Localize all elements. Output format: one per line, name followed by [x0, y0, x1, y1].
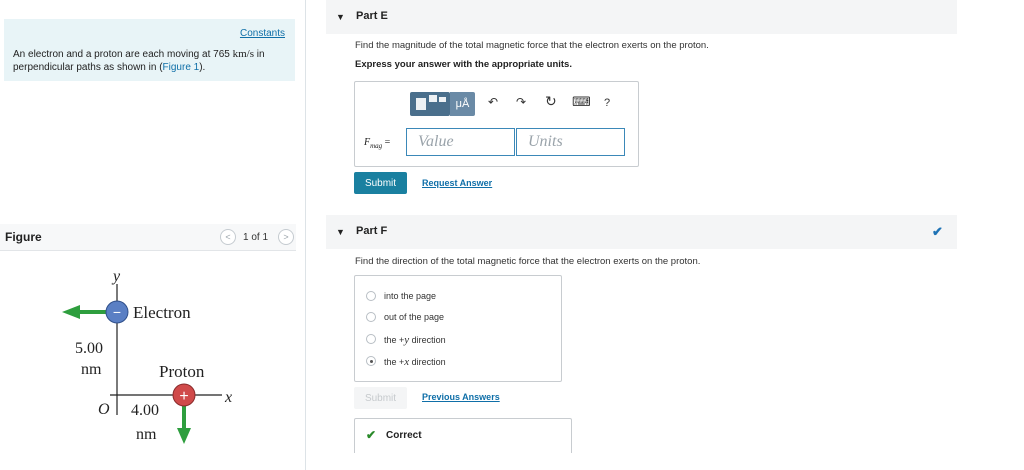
collapse-triangle-icon[interactable]: ▼ — [336, 227, 345, 237]
collapse-triangle-icon[interactable]: ▼ — [336, 12, 345, 22]
problem-text-start: An electron and a proton are each moving… — [13, 49, 233, 60]
part-e-question: Find the magnitude of the total magnetic… — [355, 40, 709, 51]
electron-arrowhead — [62, 305, 80, 319]
variable-subscript: mag — [370, 142, 383, 150]
figure-header: Figure < 1 of 1 > — [0, 224, 296, 251]
problem-text: An electron and a proton are each moving… — [13, 48, 288, 74]
x-axis-label: x — [224, 389, 232, 406]
template-icon-box — [429, 95, 437, 102]
previous-answers-link[interactable]: Previous Answers — [422, 392, 500, 402]
y-axis-label: y — [111, 268, 121, 285]
part-e-header[interactable]: ▼ Part E — [326, 0, 957, 34]
vertical-distance-value: 5.00 — [75, 340, 103, 357]
figure-pager-count: 1 of 1 — [243, 232, 269, 243]
correct-check-icon: ✔ — [366, 428, 377, 442]
option-label-plus-x[interactable]: the +x direction — [384, 356, 446, 368]
radio-out-of-page[interactable] — [366, 312, 376, 322]
horizontal-distance-unit: nm — [136, 426, 157, 443]
proton-arrowhead — [177, 428, 191, 444]
help-icon[interactable]: ? — [604, 97, 610, 109]
part-e-title: Part E — [356, 10, 388, 22]
undo-icon[interactable]: ↶ — [488, 95, 498, 109]
problem-statement-panel: Constants An electron and a proton are e… — [4, 19, 295, 81]
horizontal-distance-value: 4.00 — [131, 402, 159, 419]
equals-sign: = — [384, 137, 391, 148]
submit-button-part-e[interactable]: Submit — [354, 172, 407, 194]
option-suffix: direction — [409, 335, 446, 345]
previous-figure-button[interactable]: < — [220, 229, 236, 245]
correct-feedback-label: Correct — [386, 430, 422, 441]
origin-label: O — [98, 401, 110, 418]
redo-icon[interactable]: ↷ — [516, 95, 526, 109]
electron-label: Electron — [133, 303, 191, 322]
figure-title: Figure — [5, 230, 42, 244]
option-prefix: the + — [384, 357, 405, 367]
part-e-instruction: Express your answer with the appropriate… — [355, 59, 572, 70]
next-figure-button[interactable]: > — [278, 229, 294, 245]
part-f-header[interactable]: ▼ Part F — [326, 215, 957, 249]
keyboard-icon[interactable]: ⌨ — [572, 94, 591, 110]
part-complete-check-icon: ✔ — [932, 224, 943, 239]
proton-label: Proton — [159, 362, 205, 381]
panel-divider — [305, 0, 306, 470]
radio-plus-y[interactable] — [366, 334, 376, 344]
units-button[interactable]: μÅ — [450, 92, 475, 116]
request-answer-link[interactable]: Request Answer — [422, 178, 492, 188]
units-input[interactable]: Units — [516, 128, 625, 156]
figure-link[interactable]: Figure 1 — [163, 62, 200, 73]
template-icon — [416, 98, 426, 110]
proton-sign: + — [179, 388, 188, 405]
option-label-out-of-page[interactable]: out of the page — [384, 312, 444, 322]
vertical-distance-unit: nm — [81, 361, 102, 378]
radio-into-page[interactable] — [366, 291, 376, 301]
option-label-plus-y[interactable]: the +y direction — [384, 334, 446, 346]
constants-link[interactable]: Constants — [240, 28, 285, 39]
radio-plus-x-selected[interactable] — [366, 356, 376, 366]
option-suffix: direction — [409, 357, 446, 367]
value-input[interactable]: Value — [406, 128, 515, 156]
option-label-into-page[interactable]: into the page — [384, 291, 436, 301]
submit-button-part-f-disabled: Submit — [354, 387, 407, 409]
electron-sign: − — [113, 304, 121, 320]
reset-icon[interactable]: ↻ — [545, 93, 557, 110]
option-prefix: the + — [384, 335, 405, 345]
speed-unit: km/s — [232, 48, 254, 60]
templates-button[interactable] — [410, 92, 450, 116]
template-icon-box-small — [439, 97, 446, 102]
fmag-variable-label: Fmag = — [364, 137, 390, 150]
part-f-question: Find the direction of the total magnetic… — [355, 256, 701, 267]
figure-diagram: y x O − Electron 5.00 nm Proton + 4.00 n… — [62, 268, 232, 444]
problem-text-end: ). — [199, 62, 206, 73]
part-f-title: Part F — [356, 225, 388, 237]
